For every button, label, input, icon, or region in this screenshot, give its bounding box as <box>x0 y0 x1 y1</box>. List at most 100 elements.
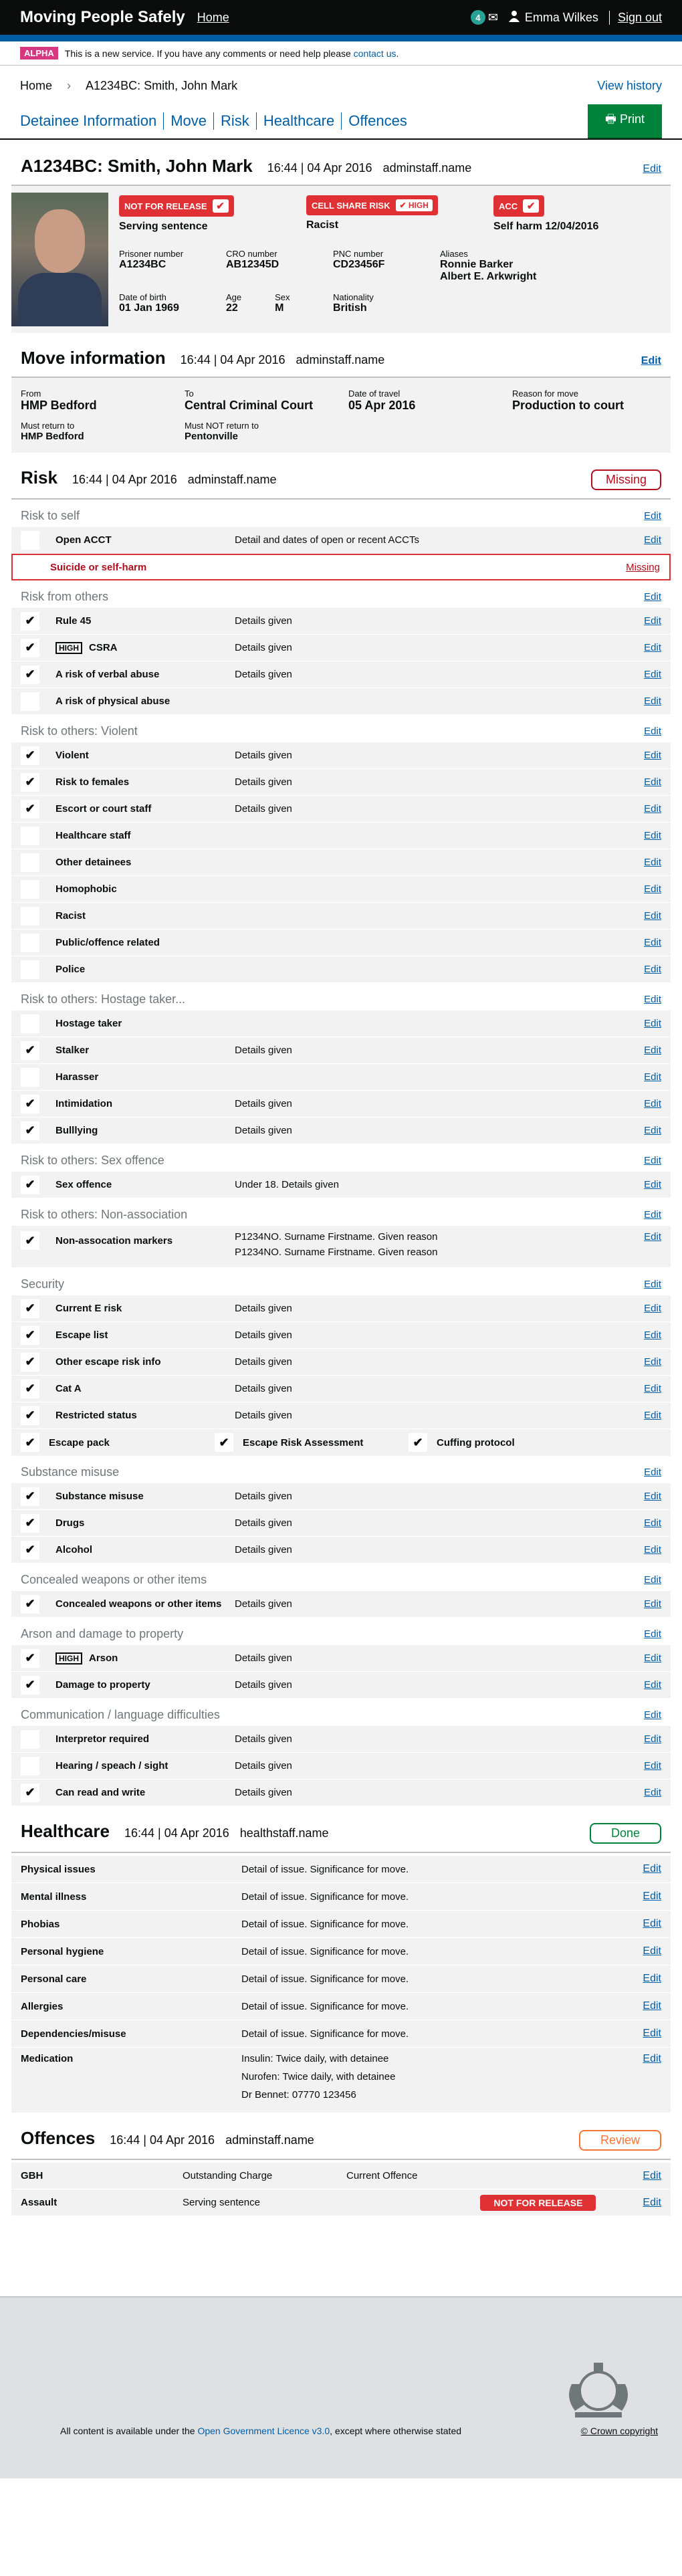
checkbox[interactable]: ✔ <box>21 1433 39 1452</box>
breadcrumb-home[interactable]: Home <box>20 79 52 93</box>
edit-link[interactable]: Edit <box>643 1973 661 1985</box>
checkbox[interactable]: ✔ <box>21 746 39 765</box>
checkbox[interactable]: ✔ <box>21 1648 39 1668</box>
crown-copyright-link[interactable]: © Crown copyright <box>581 2426 658 2436</box>
edit-link[interactable]: Edit <box>644 803 661 815</box>
edit-link[interactable]: Edit <box>644 1652 661 1664</box>
edit-link[interactable]: Edit <box>644 776 661 788</box>
checkbox[interactable]: ✔ <box>21 1513 39 1533</box>
edit-link[interactable]: Edit <box>644 695 661 707</box>
tab-healthcare[interactable]: Healthcare <box>255 112 341 130</box>
edit-detainee-link[interactable]: Edit <box>643 163 661 175</box>
tab-offences[interactable]: Offences <box>341 112 414 130</box>
edit-link[interactable]: Edit <box>643 1891 661 1903</box>
edit-link[interactable]: Edit <box>644 1760 661 1772</box>
edit-link[interactable]: Edit <box>644 1356 661 1368</box>
breadcrumb-current[interactable]: A1234BC: Smith, John Mark <box>86 79 237 93</box>
tab-move[interactable]: Move <box>163 112 213 130</box>
edit-concealed-link[interactable]: Edit <box>644 1574 661 1586</box>
checkbox[interactable]: ✔ <box>21 1325 39 1345</box>
edit-link[interactable]: Edit <box>644 964 661 975</box>
edit-link[interactable]: Edit <box>643 1945 661 1957</box>
edit-link[interactable]: Edit <box>644 750 661 761</box>
edit-link[interactable]: Edit <box>644 910 661 922</box>
checkbox[interactable] <box>21 933 39 952</box>
checkbox[interactable]: ✔ <box>21 1675 39 1695</box>
edit-link[interactable]: Edit <box>644 1598 661 1610</box>
checkbox[interactable] <box>21 1014 39 1033</box>
edit-arson-link[interactable]: Edit <box>644 1628 661 1640</box>
checkbox[interactable] <box>21 1067 39 1087</box>
checkbox[interactable] <box>21 879 39 899</box>
edit-substance-link[interactable]: Edit <box>644 1467 661 1478</box>
checkbox[interactable]: ✔ <box>21 1540 39 1560</box>
home-link[interactable]: Home <box>197 11 229 25</box>
edit-link[interactable]: Edit <box>643 2197 661 2209</box>
edit-link[interactable]: Edit <box>643 2028 661 2040</box>
checkbox[interactable] <box>21 906 39 926</box>
edit-link[interactable]: Edit <box>644 1045 661 1056</box>
edit-link[interactable]: Edit <box>644 1787 661 1798</box>
checkbox[interactable]: ✔ <box>21 1094 39 1113</box>
edit-link[interactable]: Edit <box>644 1098 661 1109</box>
checkbox[interactable]: ✔ <box>21 1594 39 1614</box>
checkbox[interactable] <box>21 853 39 872</box>
ogl-link[interactable]: Open Government Licence v3.0 <box>197 2426 330 2436</box>
checkbox[interactable] <box>21 826 39 845</box>
checkbox[interactable]: ✔ <box>21 1379 39 1398</box>
edit-link[interactable]: Edit <box>644 1018 661 1029</box>
edit-link[interactable]: Edit <box>644 1231 661 1243</box>
edit-comm-link[interactable]: Edit <box>644 1709 661 1721</box>
contact-us-link[interactable]: contact us <box>354 48 396 59</box>
edit-link[interactable]: Edit <box>643 1863 661 1875</box>
edit-link[interactable]: Edit <box>644 1544 661 1555</box>
checkbox[interactable]: ✔ <box>21 665 39 684</box>
edit-link[interactable]: Edit <box>644 642 661 653</box>
edit-link[interactable]: Edit <box>643 2170 661 2182</box>
edit-link[interactable]: Edit <box>644 857 661 868</box>
checkbox[interactable]: ✔ <box>21 1231 39 1250</box>
edit-link[interactable]: Edit <box>644 1179 661 1190</box>
edit-security-link[interactable]: Edit <box>644 1279 661 1290</box>
print-button[interactable]: 🖶 Print <box>587 104 662 138</box>
edit-sex-link[interactable]: Edit <box>644 1155 661 1166</box>
edit-link[interactable]: Edit <box>644 830 661 841</box>
edit-hostage-link[interactable]: Edit <box>644 994 661 1005</box>
edit-nonassoc-link[interactable]: Edit <box>644 1209 661 1220</box>
user-menu[interactable]: Emma Wilkes <box>508 10 598 25</box>
checkbox[interactable]: ✔ <box>21 1487 39 1506</box>
edit-link[interactable]: Edit <box>644 937 661 948</box>
checkbox[interactable]: ✔ <box>21 1299 39 1318</box>
edit-link[interactable]: Edit <box>644 1517 661 1529</box>
edit-link[interactable]: Edit <box>644 669 661 680</box>
edit-link[interactable]: Edit <box>644 1491 661 1502</box>
edit-self-link[interactable]: Edit <box>644 510 661 522</box>
edit-link[interactable]: Edit <box>644 1733 661 1745</box>
edit-violent-link[interactable]: Edit <box>644 726 661 737</box>
checkbox[interactable] <box>21 960 39 979</box>
checkbox[interactable] <box>21 1729 39 1749</box>
edit-link[interactable]: Edit <box>643 2000 661 2012</box>
checkbox[interactable]: ✔ <box>21 799 39 819</box>
edit-link[interactable]: Edit <box>643 2053 661 2065</box>
edit-link[interactable]: Edit <box>644 883 661 895</box>
sign-out-link[interactable]: Sign out <box>608 10 662 25</box>
checkbox[interactable]: ✔ <box>21 1352 39 1372</box>
checkbox[interactable]: ✔ <box>409 1433 427 1452</box>
edit-link[interactable]: Edit <box>644 534 661 546</box>
edit-link[interactable]: Edit <box>644 615 661 627</box>
edit-link[interactable]: Edit <box>644 1410 661 1421</box>
edit-link[interactable]: Edit <box>643 1918 661 1930</box>
tab-risk[interactable]: Risk <box>213 112 256 130</box>
checkbox[interactable] <box>21 530 39 550</box>
checkbox[interactable]: ✔ <box>215 1433 233 1452</box>
edit-others-link[interactable]: Edit <box>644 591 661 603</box>
edit-link[interactable]: Edit <box>644 1679 661 1691</box>
edit-link[interactable]: Edit <box>644 1383 661 1394</box>
checkbox[interactable] <box>21 691 39 711</box>
checkbox[interactable]: ✔ <box>21 1406 39 1425</box>
checkbox[interactable]: ✔ <box>21 1783 39 1802</box>
checkbox[interactable]: ✔ <box>21 611 39 631</box>
edit-link[interactable]: Edit <box>644 1071 661 1083</box>
missing-link[interactable]: Missing <box>626 562 660 573</box>
